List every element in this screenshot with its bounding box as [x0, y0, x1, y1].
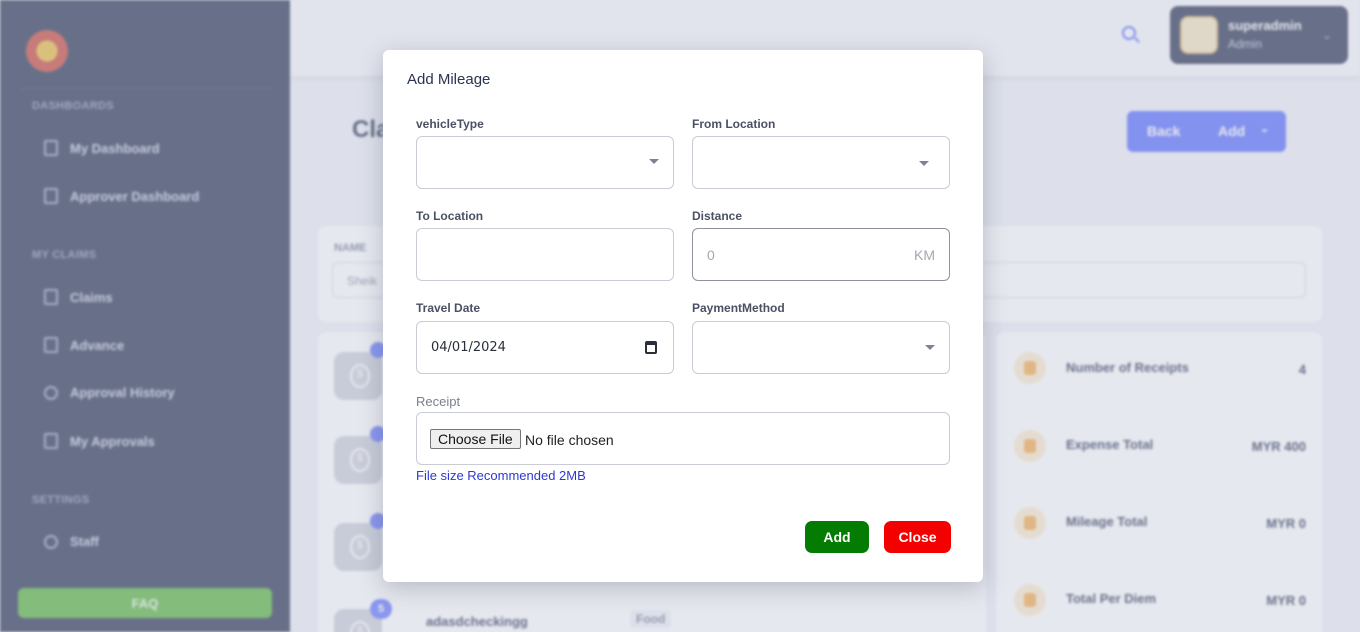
vehicle-type-select[interactable] [416, 136, 674, 189]
from-location-label: From Location [692, 117, 776, 131]
to-location-input[interactable] [416, 228, 674, 281]
add-mileage-modal: Add Mileage vehicleType From Location To… [383, 50, 983, 582]
distance-unit: KM [914, 247, 935, 263]
payment-method-label: PaymentMethod [692, 301, 785, 315]
close-button[interactable]: Close [884, 521, 951, 553]
distance-placeholder: 0 [707, 247, 715, 263]
receipt-label: Receipt [416, 394, 461, 409]
calendar-icon[interactable] [645, 341, 657, 354]
receipt-file-input[interactable]: Choose File No file chosen [416, 412, 950, 465]
chevron-down-icon [925, 345, 935, 350]
file-size-hint: File size Recommended 2MB [416, 468, 586, 483]
file-status: No file chosen [525, 432, 614, 448]
choose-file-button[interactable]: Choose File [430, 429, 521, 449]
chevron-down-icon [649, 159, 659, 164]
distance-label: Distance [692, 209, 743, 223]
from-location-select[interactable] [692, 136, 950, 189]
payment-method-select[interactable] [692, 321, 950, 374]
chevron-down-icon [919, 161, 929, 166]
travel-date-input[interactable]: 04/01/2024 [416, 321, 674, 374]
add-button[interactable]: Add [805, 521, 869, 553]
travel-date-label: Travel Date [416, 301, 481, 315]
travel-date-value: 04/01/2024 [431, 340, 506, 355]
distance-input[interactable]: 0 KM [692, 228, 950, 281]
vehicle-type-label: vehicleType [416, 117, 484, 131]
to-location-label: To Location [416, 209, 484, 223]
modal-title: Add Mileage [407, 71, 491, 88]
